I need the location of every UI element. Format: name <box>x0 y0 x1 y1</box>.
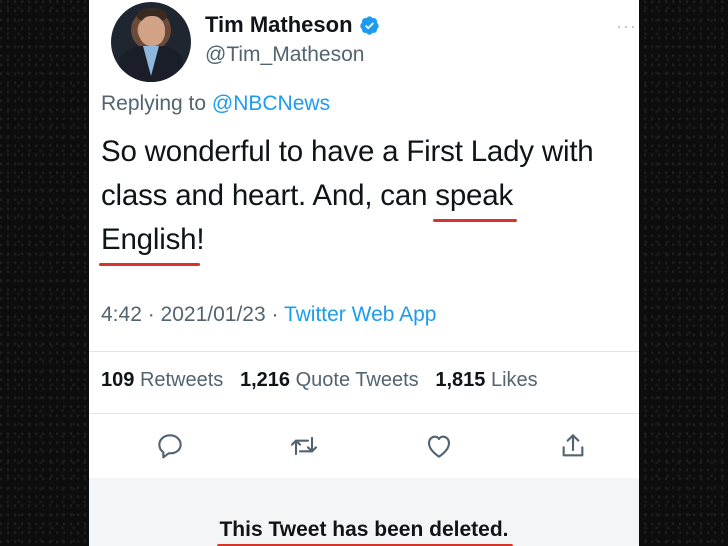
author-handle[interactable]: @Tim_Matheson <box>205 43 364 67</box>
retweet-icon <box>290 436 318 456</box>
like-button[interactable] <box>423 430 455 462</box>
quotes-count: 1,216 <box>239 369 291 391</box>
likes-label: Likes <box>490 369 538 391</box>
like-icon <box>427 435 451 458</box>
tweet-source-app[interactable]: Twitter Web App <box>284 303 437 326</box>
replying-prefix: Replying to <box>101 92 212 115</box>
quote-tweets-stat[interactable]: 1,216 Quote Tweets <box>240 369 419 391</box>
meta-separator: · <box>141 303 161 326</box>
tweet-date[interactable]: 2021/01/23 <box>161 303 266 326</box>
tweet-stats: 109 Retweets 1,216 Quote Tweets 1,815 Li… <box>101 369 538 392</box>
quotes-label: Quote Tweets <box>295 369 419 391</box>
replying-to: Replying to @NBCNews <box>101 92 330 116</box>
deleted-notice-text: This Tweet has been deleted. <box>217 518 513 546</box>
reply-button[interactable] <box>154 430 186 462</box>
retweets-stat[interactable]: 109 Retweets <box>101 369 223 391</box>
likes-count: 1,815 <box>435 369 486 391</box>
author-name-row: Tim Matheson <box>205 12 380 38</box>
verified-badge-icon <box>359 15 379 35</box>
underlined-word-english: English <box>98 218 201 266</box>
share-button[interactable] <box>557 430 589 462</box>
share-icon <box>562 434 584 457</box>
avatar[interactable] <box>111 2 191 82</box>
replying-mention-link[interactable]: @NBCNews <box>212 92 330 115</box>
tweet-text-part: ! <box>196 223 205 256</box>
deleted-notice: This Tweet has been deleted. <box>89 518 639 546</box>
tweet-text-part: So wonderful to have a First Lady with c… <box>101 135 594 212</box>
tweet-actions <box>89 424 639 468</box>
likes-stat[interactable]: 1,815 Likes <box>435 369 537 391</box>
retweets-count: 109 <box>101 369 135 391</box>
meta-separator: · <box>265 303 284 326</box>
more-options-icon[interactable]: ··· <box>616 16 637 37</box>
underlined-word-speak: speak <box>433 174 517 222</box>
retweet-button[interactable] <box>288 430 320 462</box>
divider <box>89 351 639 352</box>
reply-icon <box>158 434 182 459</box>
tweet-meta: 4:42 · 2021/01/23 · Twitter Web App <box>101 303 436 327</box>
tweet-header: Tim Matheson @Tim_Matheson ··· <box>101 2 639 82</box>
tweet-time[interactable]: 4:42 <box>101 303 142 326</box>
tweet-text: So wonderful to have a First Lady with c… <box>98 130 637 266</box>
divider <box>89 413 639 414</box>
retweets-label: Retweets <box>139 369 224 391</box>
tweet-card: Tim Matheson @Tim_Matheson ··· Replying … <box>89 0 639 546</box>
author-name[interactable]: Tim Matheson <box>205 12 353 38</box>
